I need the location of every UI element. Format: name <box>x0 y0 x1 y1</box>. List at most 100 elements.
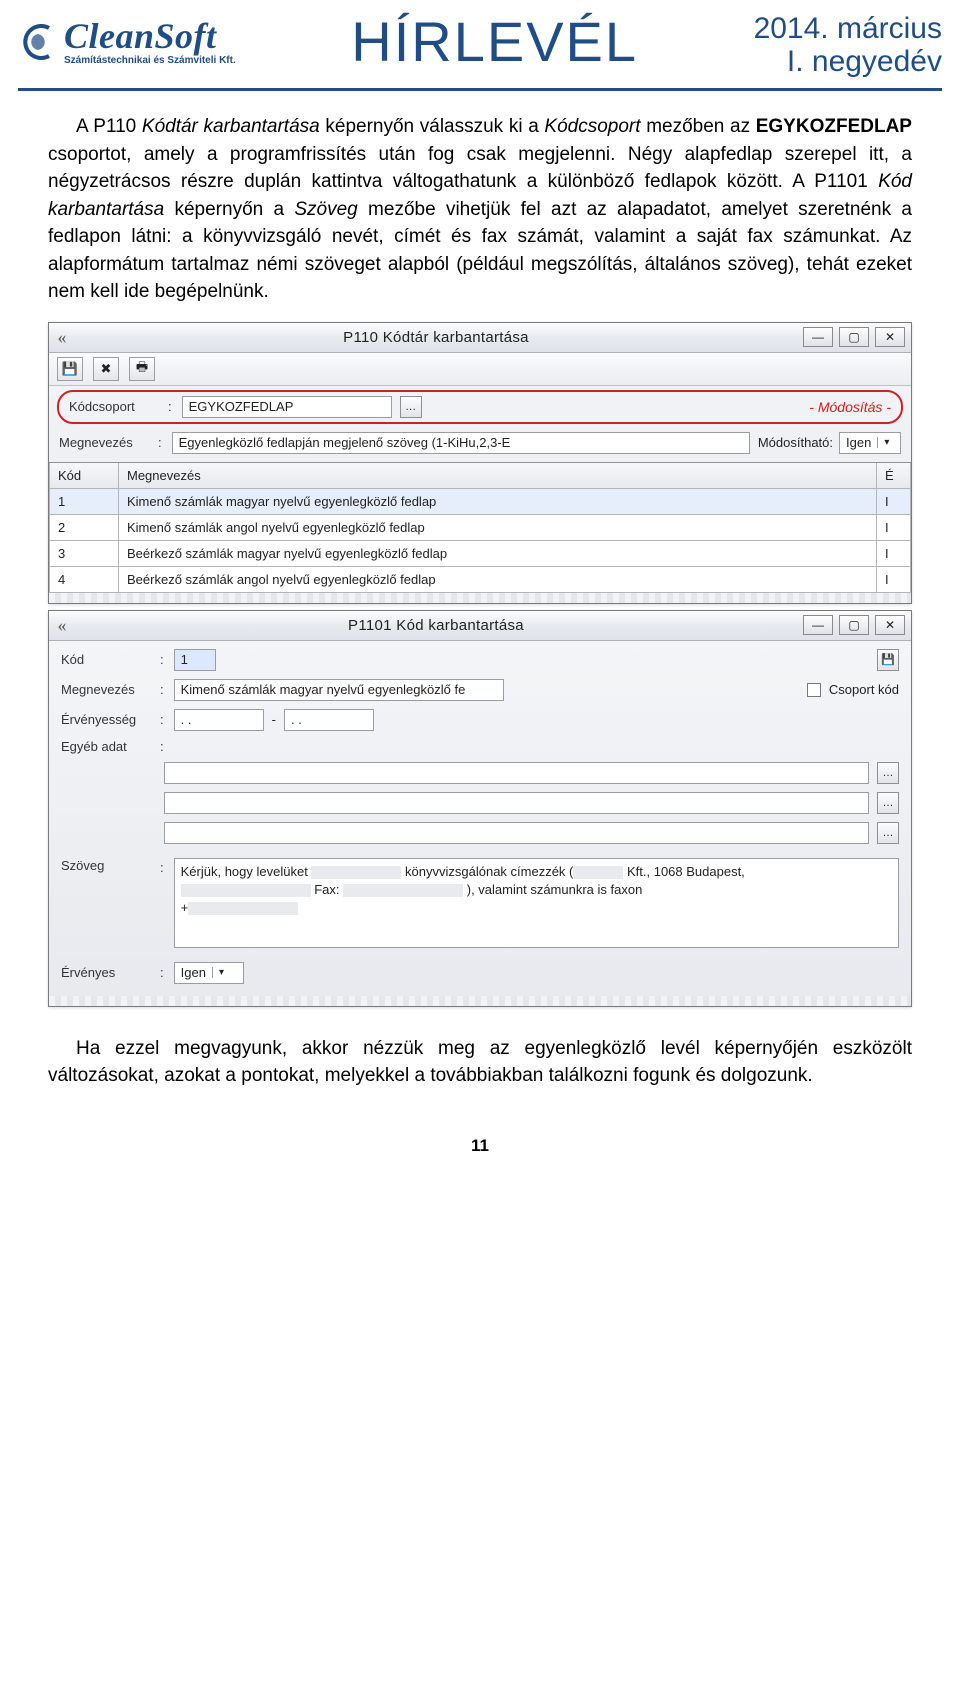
kod-field[interactable]: 1 <box>174 649 216 671</box>
megnevezes-field[interactable]: Kimenő számlák magyar nyelvű egyenlegköz… <box>174 679 504 701</box>
txt-italic: Kódtár karbantartása <box>142 116 320 137</box>
redacted-text <box>311 866 401 879</box>
maximize-button[interactable]: ▢ <box>839 615 869 635</box>
table-row[interactable]: 3 Beérkező számlák magyar nyelvű egyenle… <box>49 541 911 567</box>
szoveg-text: Kérjük, hogy levelüket <box>181 864 312 879</box>
egyeb-lookup-3[interactable]: … <box>877 822 899 844</box>
logo-icon <box>18 21 58 63</box>
szoveg-text: + <box>181 900 189 915</box>
csoportkod-checkbox[interactable] <box>807 683 821 697</box>
erv-to-value: . . <box>291 712 302 727</box>
redacted-text <box>181 884 311 897</box>
paragraph-2: Ha ezzel megvagyunk, akkor nézzük meg az… <box>48 1035 912 1090</box>
modosithato-select[interactable]: Igen ▾ <box>839 432 901 454</box>
txt: csoportot, amely a programfrissítés után… <box>48 144 912 193</box>
col-header-megnev[interactable]: Megnevezés <box>119 463 877 489</box>
toolbar-save-icon[interactable]: 💾 <box>57 357 83 381</box>
txt-italic: Kódcsoport <box>544 116 640 137</box>
txt: képernyőn válasszuk ki a <box>320 116 545 137</box>
label-egyeb-adat: Egyéb adat <box>61 739 156 754</box>
label-kod: Kód <box>61 652 156 667</box>
cell-megnev: Kimenő számlák angol nyelvű egyenlegközl… <box>119 515 877 541</box>
cell-e: I <box>877 489 911 515</box>
table-row[interactable]: 2 Kimenő számlák angol nyelvű egyenlegkö… <box>49 515 911 541</box>
newsletter-title: HÍRLEVÉL <box>351 14 638 70</box>
egyeb-lookup-1[interactable]: … <box>877 762 899 784</box>
window-title: P110 Kódtár karbantartása <box>69 329 803 346</box>
page-header: CleanSoft Számítástechnikai és Számvitel… <box>0 0 960 84</box>
window-p110: « P110 Kódtár karbantartása — ▢ ✕ 💾 ✖ 🖶 … <box>48 322 912 604</box>
redacted-text <box>188 902 298 915</box>
torn-edge <box>49 593 911 603</box>
minimize-button[interactable]: — <box>803 327 833 347</box>
txt-bold: EGYKOZFEDLAP <box>756 116 912 137</box>
window-title: P1101 Kód karbantartása <box>69 617 803 634</box>
txt-italic: Szöveg <box>294 199 357 220</box>
redacted-text <box>573 866 623 879</box>
ervenyes-select[interactable]: Igen ▾ <box>174 962 244 984</box>
cell-kod: 1 <box>49 489 119 515</box>
txt: A P110 <box>76 116 142 137</box>
body-text-1: A P110 Kódtár karbantartása képernyőn vá… <box>0 113 960 306</box>
redacted-text <box>343 884 463 897</box>
window-handle-icon[interactable]: « <box>55 327 69 348</box>
label-megnevezes: Megnevezés <box>61 682 156 697</box>
table-row[interactable]: 1 Kimenő számlák magyar nyelvű egyenlegk… <box>49 489 911 515</box>
label-ervenyes: Érvényes <box>61 965 156 980</box>
cell-kod: 3 <box>49 541 119 567</box>
txt: mezőben az <box>641 116 756 137</box>
codes-grid[interactable]: Kód Megnevezés É 1 Kimenő számlák magyar… <box>49 462 911 593</box>
label-modosithato: Módosítható: <box>758 435 833 450</box>
close-button[interactable]: ✕ <box>875 327 905 347</box>
megnevezes-value: Egyenlegközlő fedlapján megjelenő szöveg… <box>179 435 511 450</box>
cell-e: I <box>877 515 911 541</box>
label-csoportkod: Csoport kód <box>829 682 899 697</box>
ervenyesseg-to-field[interactable]: . . <box>284 709 374 731</box>
szoveg-text: könyvvizsgálónak címezzék ( <box>401 864 573 879</box>
ervenyes-value: Igen <box>175 965 212 980</box>
toolbar: 💾 ✖ 🖶 <box>49 353 911 386</box>
kodcsoport-field[interactable]: EGYKOZFEDLAP <box>182 396 392 418</box>
cell-e: I <box>877 567 911 593</box>
col-header-e[interactable]: É <box>877 463 911 489</box>
header-rule <box>18 88 942 91</box>
chevron-down-icon: ▾ <box>212 967 230 978</box>
erv-separator: - <box>272 712 276 727</box>
egyeb-adat-field-2[interactable] <box>164 792 869 814</box>
egyeb-adat-field-1[interactable] <box>164 762 869 784</box>
toolbar-delete-icon[interactable]: ✖ <box>93 357 119 381</box>
label-kodcsoport: Kódcsoport <box>69 399 164 414</box>
txt: képernyőn a <box>164 199 294 220</box>
kodcsoport-lookup-button[interactable]: … <box>400 396 422 418</box>
ervenyesseg-from-field[interactable]: . . <box>174 709 264 731</box>
label-ervenyesseg: Érvényesség <box>61 712 156 727</box>
minimize-button[interactable]: — <box>803 615 833 635</box>
cell-kod: 4 <box>49 567 119 593</box>
window-handle-icon[interactable]: « <box>55 615 69 636</box>
page-number: 11 <box>0 1106 960 1176</box>
label-szoveg: Szöveg <box>61 858 156 873</box>
label-megnevezes: Megnevezés <box>59 435 154 450</box>
logo-subtitle: Számítástechnikai és Számviteli Kft. <box>64 56 236 66</box>
megnevezes-field[interactable]: Egyenlegközlő fedlapján megjelenő szöveg… <box>172 432 750 454</box>
torn-edge <box>49 996 911 1006</box>
modosithato-value: Igen <box>840 435 877 450</box>
col-header-kod[interactable]: Kód <box>49 463 119 489</box>
cell-megnev: Beérkező számlák magyar nyelvű egyenlegk… <box>119 541 877 567</box>
cell-megnev: Beérkező számlák angol nyelvű egyenlegkö… <box>119 567 877 593</box>
close-button[interactable]: ✕ <box>875 615 905 635</box>
chevron-down-icon: ▾ <box>877 437 895 448</box>
table-row[interactable]: 4 Beérkező számlák angol nyelvű egyenleg… <box>49 567 911 593</box>
szoveg-text: ), valamint számunkra is faxon <box>463 882 642 897</box>
issue-quarter: I. negyedév <box>754 45 942 78</box>
toolbar-save-icon[interactable]: 💾 <box>877 649 899 671</box>
egyeb-adat-field-3[interactable] <box>164 822 869 844</box>
toolbar-print-icon[interactable]: 🖶 <box>129 357 155 381</box>
logo: CleanSoft Számítástechnikai és Számvitel… <box>18 18 236 66</box>
window-p1101: « P1101 Kód karbantartása — ▢ ✕ Kód: 1 💾… <box>48 610 912 1007</box>
cell-e: I <box>877 541 911 567</box>
maximize-button[interactable]: ▢ <box>839 327 869 347</box>
egyeb-lookup-2[interactable]: … <box>877 792 899 814</box>
szoveg-textarea[interactable]: Kérjük, hogy levelüket könyvvizsgálónak … <box>174 858 899 948</box>
cell-megnev: Kimenő számlák magyar nyelvű egyenlegköz… <box>119 489 877 515</box>
